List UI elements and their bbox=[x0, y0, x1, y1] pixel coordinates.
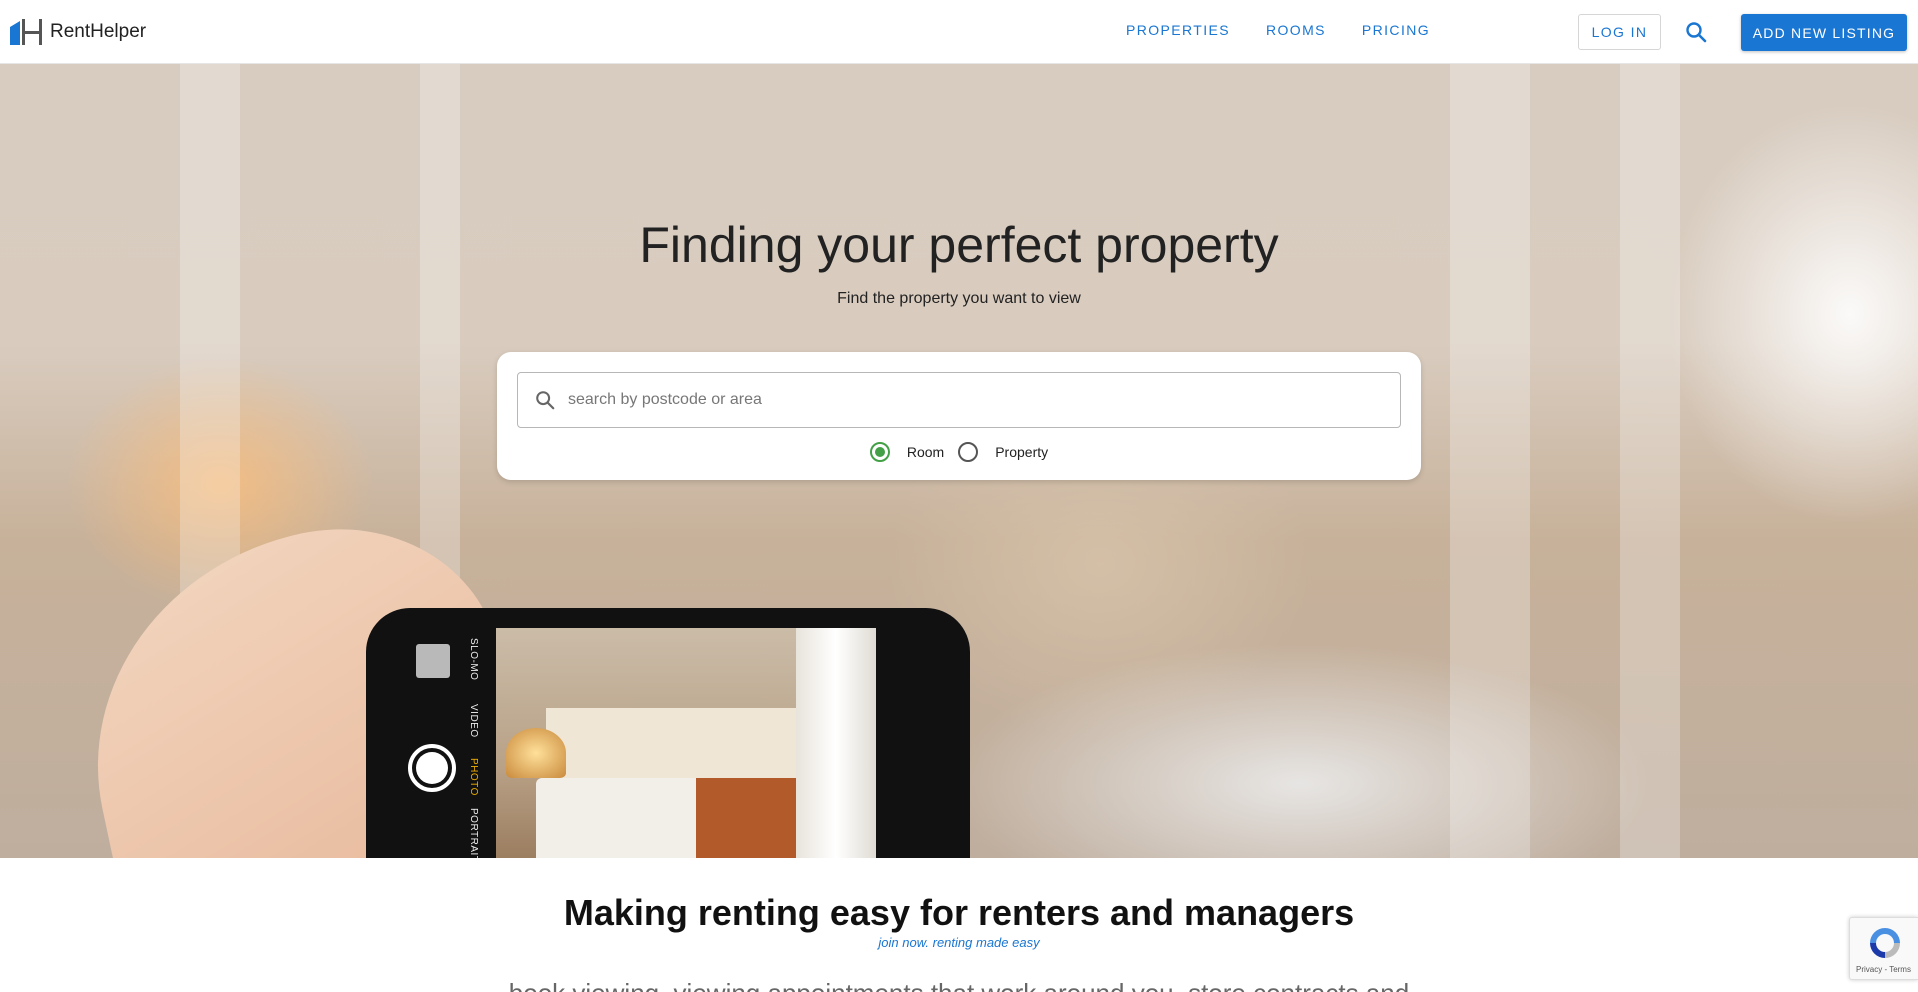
hero-section: SLO-MO VIDEO PHOTO PORTRAIT Finding your… bbox=[0, 64, 1918, 858]
curtain bbox=[796, 628, 876, 858]
hero-background-stripe bbox=[1450, 64, 1530, 858]
camera-mode-video: VIDEO bbox=[468, 704, 479, 738]
radio-property-label: Property bbox=[995, 444, 1049, 460]
radio-property[interactable]: Property bbox=[958, 442, 1048, 462]
camera-mode-photo: PHOTO bbox=[468, 758, 479, 796]
lamp bbox=[506, 728, 566, 778]
radio-checked-icon[interactable] bbox=[869, 442, 890, 462]
top-navbar: RentHelper PROPERTIES ROOMS PRICING LOG … bbox=[0, 0, 1918, 64]
camera-thumbnail bbox=[416, 644, 450, 678]
search-field[interactable] bbox=[517, 372, 1401, 428]
listing-type-radio-group: Room Property bbox=[497, 442, 1421, 462]
section-title: Making renting easy for renters and mana… bbox=[563, 892, 1355, 933]
section-tagline: join now. renting made easy bbox=[878, 935, 1040, 950]
features-section: Making renting easy for renters and mana… bbox=[0, 858, 1918, 992]
nav-rooms[interactable]: ROOMS bbox=[1266, 22, 1326, 38]
hero-background-stripe bbox=[1620, 64, 1680, 858]
hero-title: Finding your perfect property bbox=[639, 217, 1279, 273]
camera-mode-slomo: SLO-MO bbox=[468, 638, 479, 681]
search-field-icon bbox=[536, 391, 555, 410]
brand[interactable]: RentHelper bbox=[10, 17, 146, 47]
renthelper-logo-icon bbox=[10, 19, 42, 45]
recaptcha-icon bbox=[1870, 928, 1900, 958]
nav-properties[interactable]: PROPERTIES bbox=[1126, 22, 1230, 38]
search-card: Room Property bbox=[497, 352, 1421, 480]
radio-room[interactable]: Room bbox=[869, 442, 945, 462]
phone-screen bbox=[496, 628, 876, 858]
add-new-listing-button[interactable]: ADD NEW LISTING bbox=[1741, 14, 1907, 51]
recaptcha-links[interactable]: Privacy - Terms bbox=[1856, 965, 1911, 974]
camera-shutter-icon bbox=[408, 744, 456, 792]
phone-illustration: SLO-MO VIDEO PHOTO PORTRAIT bbox=[366, 608, 970, 858]
section-description: book viewing, viewing appointments that … bbox=[0, 978, 1918, 992]
recaptcha-badge[interactable]: Privacy - Terms bbox=[1849, 917, 1918, 980]
hero-subtitle: Find the property you want to view bbox=[837, 290, 1081, 307]
main-nav: PROPERTIES ROOMS PRICING bbox=[1126, 22, 1430, 38]
radio-room-label: Room bbox=[906, 444, 945, 460]
search-input[interactable] bbox=[568, 391, 1388, 409]
login-button[interactable]: LOG IN bbox=[1578, 14, 1661, 50]
camera-mode-portrait: PORTRAIT bbox=[468, 808, 479, 858]
radio-unchecked-icon[interactable] bbox=[958, 442, 979, 462]
nav-pricing[interactable]: PRICING bbox=[1362, 22, 1430, 38]
search-icon[interactable] bbox=[1684, 20, 1708, 44]
brand-name: RentHelper bbox=[50, 21, 147, 42]
